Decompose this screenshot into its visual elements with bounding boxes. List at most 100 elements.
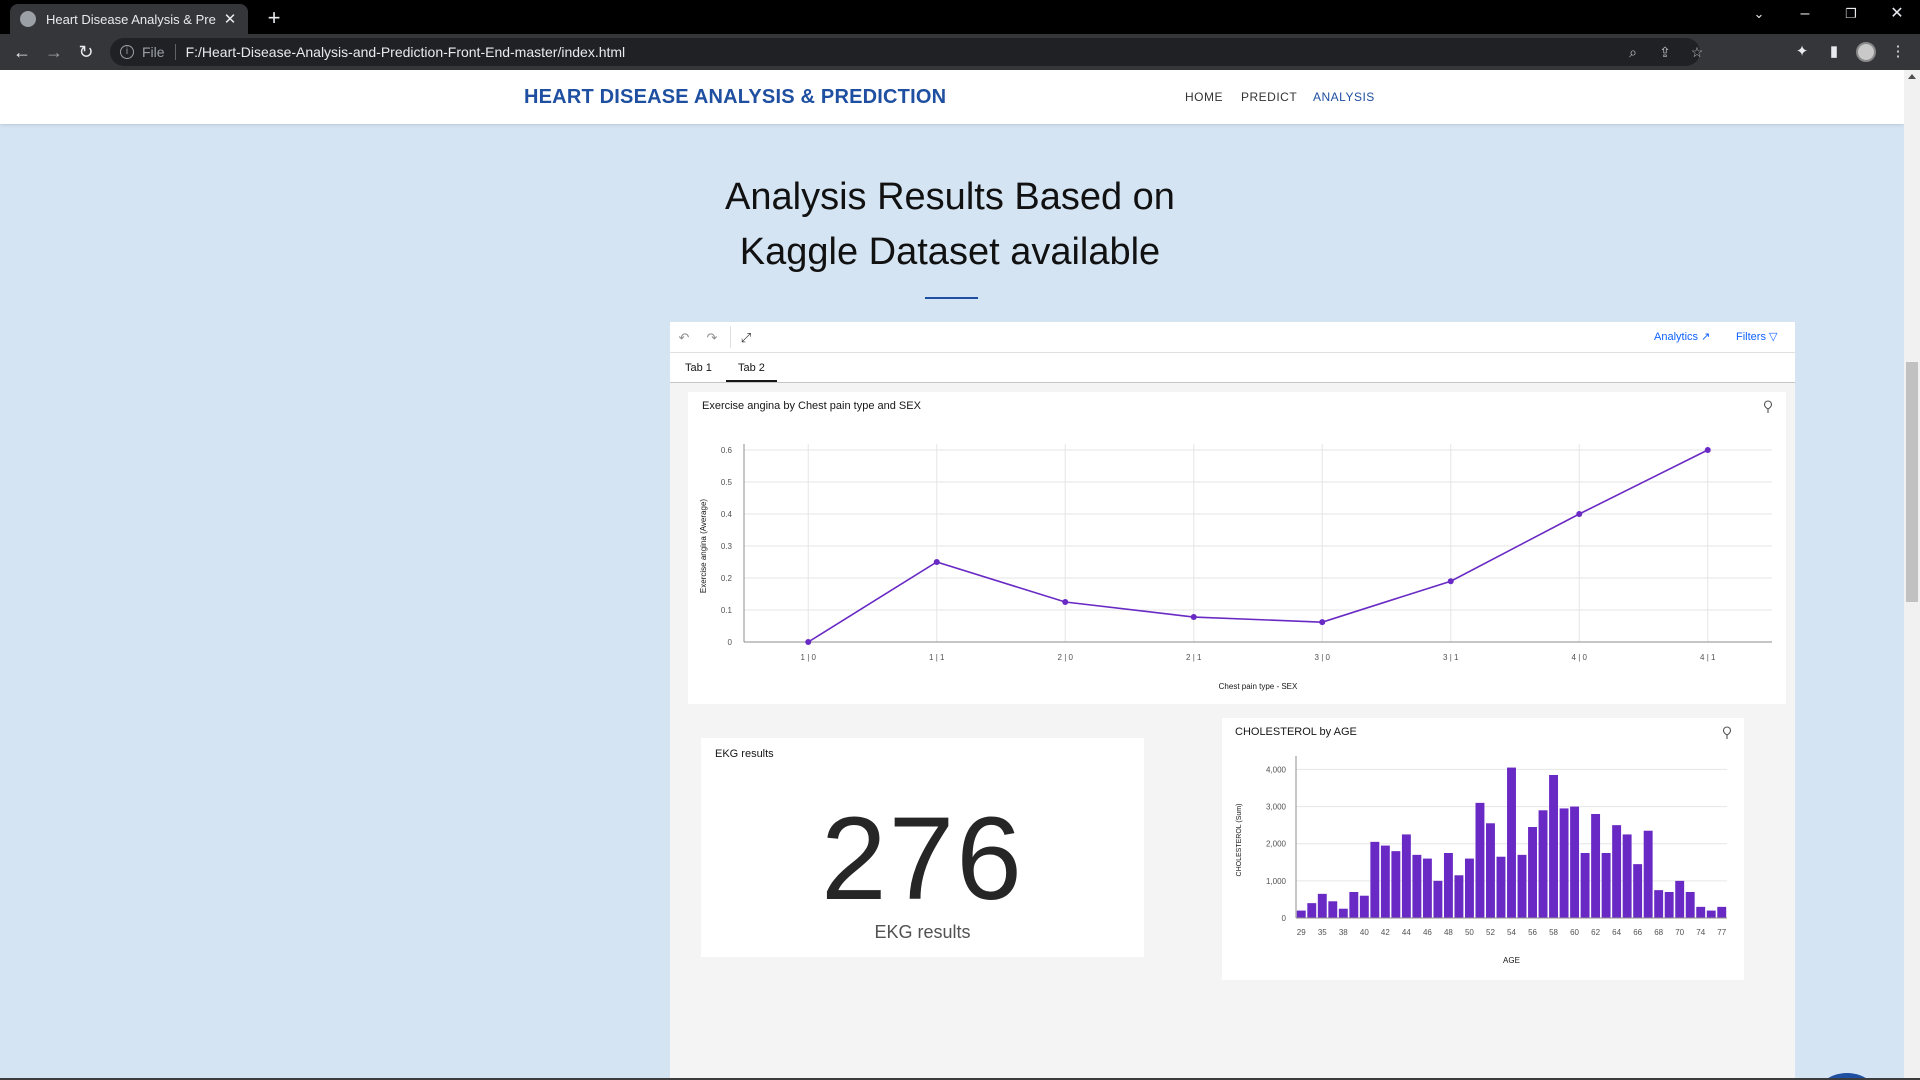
kpi-value: 276	[821, 793, 1024, 925]
x-tick-label: 4 | 1	[1700, 653, 1716, 662]
bar	[1559, 808, 1569, 918]
minimize-icon[interactable]: –	[1782, 0, 1828, 30]
bar	[1486, 823, 1495, 918]
tab-2[interactable]: Tab 2	[726, 362, 777, 382]
address-bar[interactable]: i File F:/Heart-Disease-Analysis-and-Pre…	[110, 38, 1703, 66]
bar-chart-card: CHOLESTEROL by AGE 0 1,000 2,000 3,000 4,000…	[1222, 718, 1744, 980]
x-tick-label: 42	[1381, 928, 1390, 937]
bar	[1622, 834, 1632, 918]
data-point	[1704, 447, 1711, 453]
redo-icon[interactable]: ↷	[702, 328, 722, 348]
x-tick-label: 40	[1360, 928, 1369, 937]
y-axis-label: Exercise angina (Average)	[699, 499, 708, 593]
bar	[1317, 893, 1327, 918]
x-tick-label: 56	[1528, 928, 1537, 937]
data-point	[1062, 599, 1069, 605]
kpi-title: EKG results	[715, 748, 774, 760]
data-point	[1576, 511, 1583, 517]
site-header: HEART DISEASE ANALYSIS & PREDICTION HOME…	[0, 70, 1904, 124]
x-tick-label: 58	[1549, 928, 1558, 937]
y-tick-label: 4,000	[1266, 765, 1287, 774]
back-icon[interactable]: ←	[8, 38, 36, 66]
site-brand[interactable]: HEART DISEASE ANALYSIS & PREDICTION	[524, 86, 946, 109]
close-window-icon[interactable]: ✕	[1874, 0, 1920, 30]
x-tick-label: 64	[1612, 928, 1621, 937]
x-tick-label: 77	[1717, 928, 1726, 937]
x-tick-label: 54	[1507, 928, 1516, 937]
bar	[1475, 802, 1485, 918]
undo-icon[interactable]: ↶	[674, 328, 694, 348]
data-point	[1447, 578, 1454, 585]
bar	[1496, 856, 1506, 918]
bar	[1538, 810, 1548, 918]
bar	[1338, 908, 1348, 918]
browser-toolbar: ← → ↻ i File F:/Heart-Disease-Analysis-a…	[0, 34, 1920, 70]
menu-kebab-icon[interactable]: ⋮	[1884, 38, 1912, 66]
url-text: F:/Heart-Disease-Analysis-and-Prediction…	[185, 44, 626, 60]
browser-tab[interactable]: Heart Disease Analysis & Predicti ✕	[10, 4, 248, 34]
scrollbar-thumb[interactable]	[1906, 362, 1918, 602]
bar	[1633, 864, 1643, 918]
forward-icon[interactable]: →	[40, 38, 68, 66]
filters-link[interactable]: Filters ▽	[1736, 330, 1777, 343]
bar	[1685, 892, 1695, 918]
scroll-up-arrow[interactable]	[1908, 74, 1916, 79]
bar	[1717, 906, 1727, 918]
bar	[1549, 775, 1559, 918]
bar	[1391, 851, 1401, 918]
x-tick-label: 35	[1318, 928, 1327, 937]
bar	[1349, 892, 1359, 918]
reload-icon[interactable]: ↻	[72, 38, 100, 66]
kpi-card: EKG results 276 EKG results	[701, 738, 1144, 957]
browser-tab-title: Heart Disease Analysis & Predicti	[46, 11, 216, 27]
y-tick-label: 0	[728, 638, 733, 647]
bar	[1433, 880, 1443, 918]
extensions-icon[interactable]: ✦	[1788, 38, 1816, 66]
close-tab-icon[interactable]: ✕	[222, 10, 238, 28]
x-tick-label: 38	[1339, 928, 1348, 937]
x-tick-label: 60	[1570, 928, 1579, 937]
data-point	[933, 559, 940, 565]
x-tick-label: 46	[1423, 928, 1432, 937]
tab-1[interactable]: Tab 1	[685, 362, 712, 374]
nav-home[interactable]: HOME	[1185, 90, 1223, 104]
url-scheme: File	[142, 44, 165, 60]
x-tick-label: 2 | 1	[1186, 653, 1202, 662]
embedded-dashboard: ↶ ↷ ⤢ Analytics ↗ Filters ▽ Tab 1 Tab 2 …	[670, 322, 1795, 1078]
bar	[1664, 892, 1674, 918]
bar	[1591, 814, 1601, 918]
x-tick-label: 1 | 1	[929, 653, 945, 662]
info-icon[interactable]: i	[120, 45, 134, 59]
bar	[1507, 767, 1516, 918]
globe-icon	[20, 11, 36, 27]
x-tick-label: 1 | 0	[801, 653, 817, 662]
dashboard-tabs: Tab 1 Tab 2	[670, 353, 1795, 383]
tab-search-icon[interactable]: ⌄	[1736, 0, 1782, 30]
zoom-icon[interactable]: ⌕	[1620, 38, 1646, 66]
profile-avatar[interactable]	[1856, 42, 1876, 62]
bar	[1654, 890, 1664, 918]
page-scrollbar[interactable]	[1904, 70, 1920, 1080]
analytics-link[interactable]: Analytics ↗	[1654, 330, 1710, 343]
address-separator	[174, 44, 176, 60]
bar	[1307, 903, 1317, 918]
data-point	[1190, 614, 1197, 621]
restore-icon[interactable]: ❐	[1828, 0, 1874, 30]
new-tab-button[interactable]: +	[260, 4, 288, 32]
y-tick-label: 3,000	[1266, 803, 1287, 812]
analytics-chart-icon: ↗	[1701, 331, 1711, 343]
star-icon[interactable]: ☆	[1684, 38, 1710, 66]
side-panel-icon[interactable]: ▮	[1820, 38, 1848, 66]
x-tick-label: 66	[1633, 928, 1642, 937]
data-point	[805, 639, 812, 645]
y-tick-label: 0.2	[721, 574, 733, 583]
x-tick-label: 44	[1402, 928, 1411, 937]
expand-icon[interactable]: ⤢	[736, 328, 756, 348]
filter-funnel-icon: ▽	[1769, 331, 1778, 343]
y-tick-label: 2,000	[1266, 840, 1287, 849]
bar	[1696, 906, 1706, 918]
nav-predict[interactable]: PREDICT	[1241, 90, 1297, 104]
share-icon[interactable]: ⇪	[1652, 38, 1678, 66]
x-tick-label: 68	[1654, 928, 1663, 937]
nav-analysis[interactable]: ANALYSIS	[1313, 90, 1375, 104]
